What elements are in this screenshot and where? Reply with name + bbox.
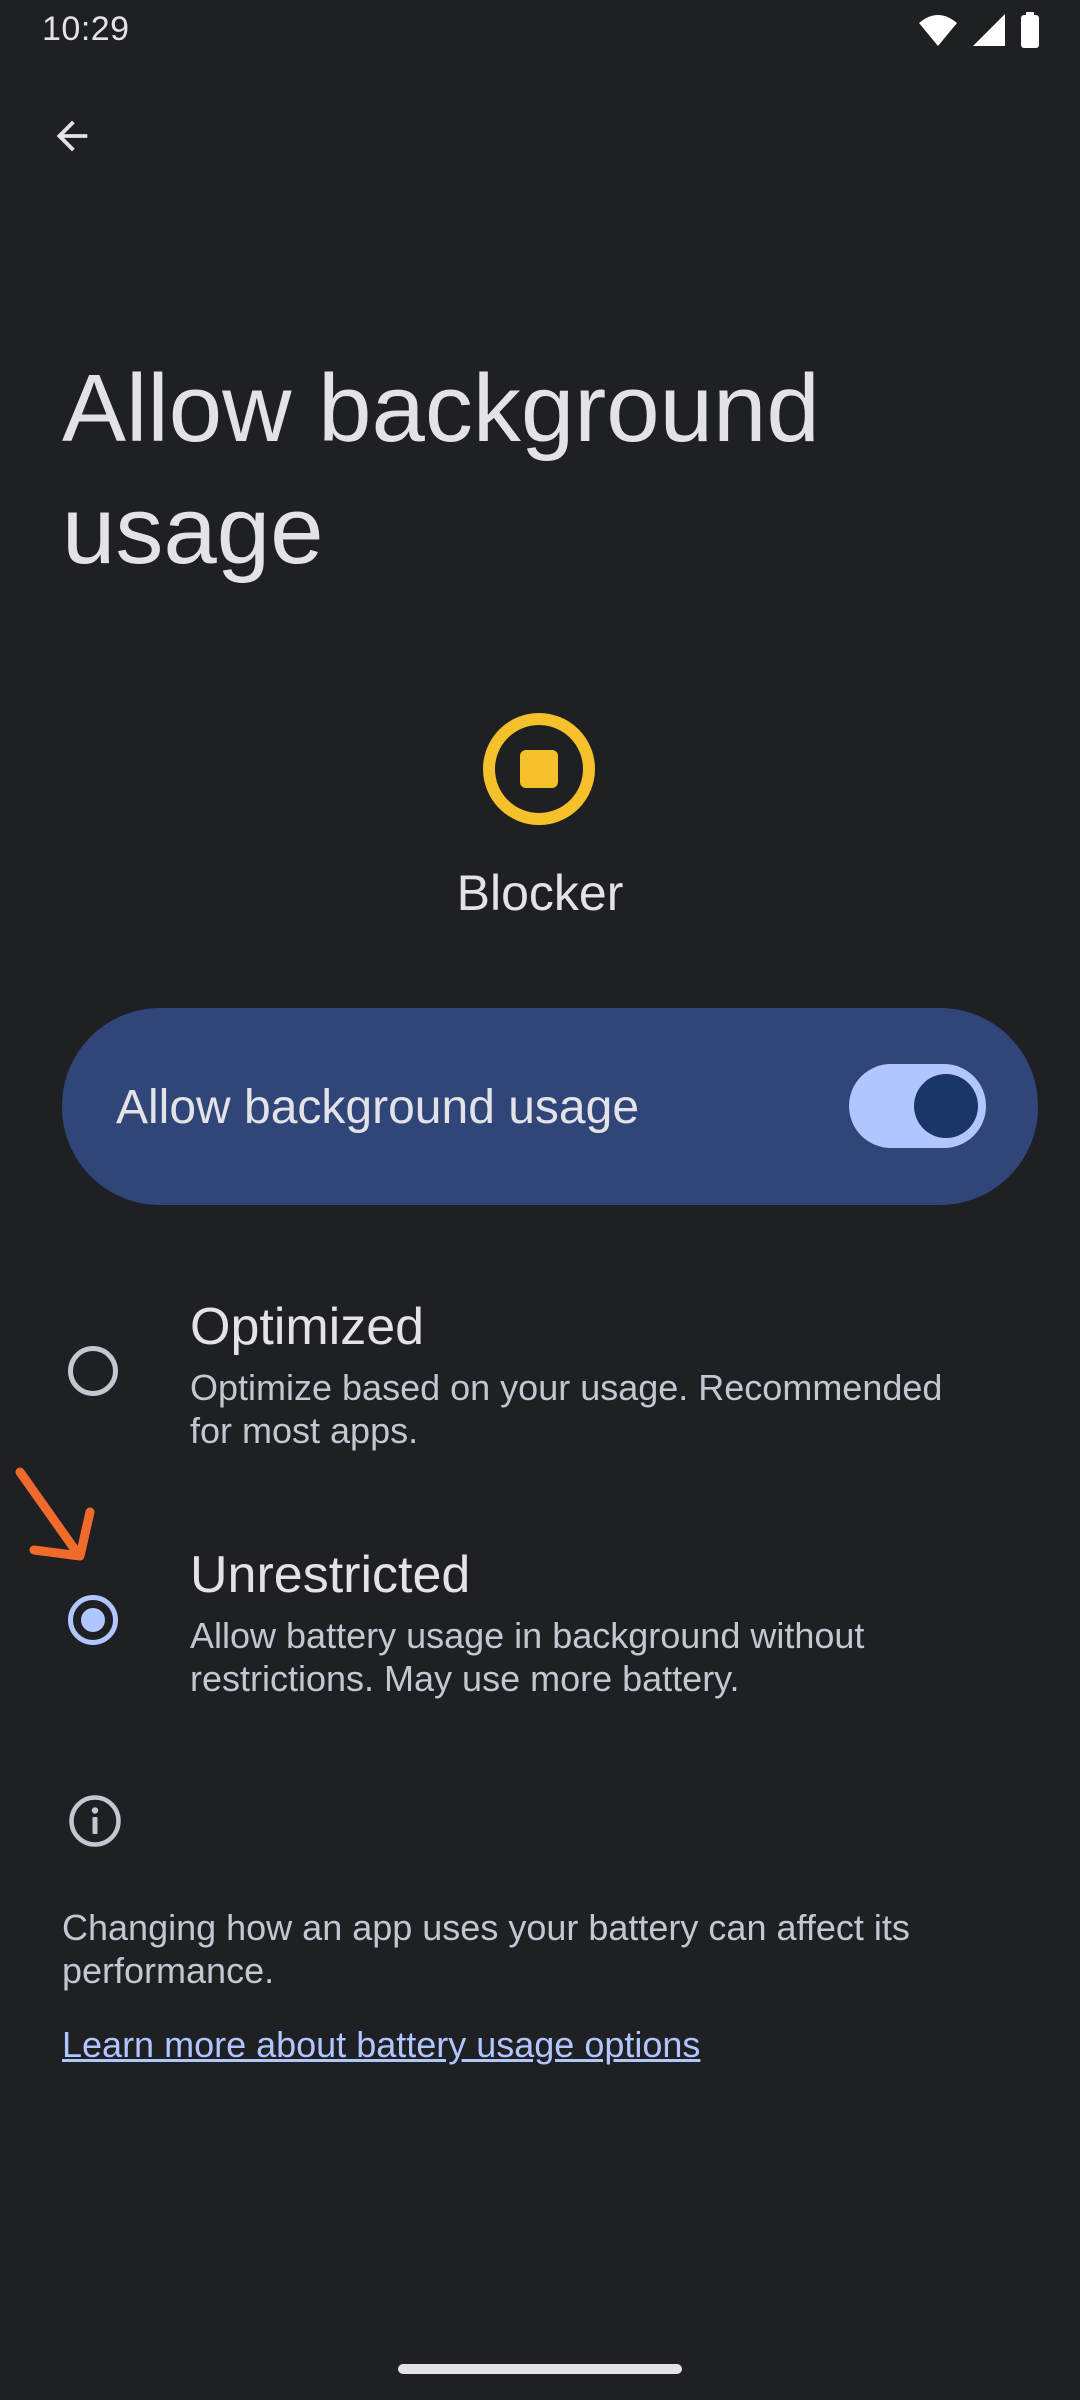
allow-background-usage-toggle[interactable] bbox=[849, 1064, 986, 1148]
status-bar: 10:29 bbox=[0, 0, 1080, 64]
status-time: 10:29 bbox=[42, 10, 130, 48]
option-summary: Allow battery usage in background withou… bbox=[190, 1615, 865, 1699]
learn-more-link[interactable]: Learn more about battery usage options bbox=[62, 2024, 700, 2066]
status-icons bbox=[918, 12, 1040, 48]
page-title: Allow background usage bbox=[62, 355, 820, 584]
switch-label: Allow background usage bbox=[116, 1081, 640, 1134]
home-indicator[interactable] bbox=[398, 2364, 682, 2374]
option-title: Unrestricted bbox=[190, 1546, 471, 1604]
info-icon bbox=[69, 1795, 121, 1847]
radio-optimized[interactable] bbox=[68, 1346, 118, 1396]
option-unrestricted[interactable]: Unrestricted Allow battery usage in back… bbox=[0, 1538, 1080, 1718]
app-name: Blocker bbox=[456, 865, 624, 921]
option-title: Optimized bbox=[190, 1298, 425, 1356]
battery-icon bbox=[1021, 12, 1039, 48]
footer-description: Changing how an app uses your battery ca… bbox=[62, 1907, 910, 1991]
option-summary: Optimize based on your usage. Recommende… bbox=[190, 1367, 943, 1451]
wifi-icon bbox=[919, 15, 957, 46]
blocker-app-icon bbox=[483, 713, 595, 825]
allow-background-usage-switch-bar[interactable]: Allow background usage bbox=[62, 1008, 1038, 1205]
radio-unrestricted[interactable] bbox=[68, 1595, 118, 1645]
annotation-arrow-icon bbox=[15, 1467, 95, 1561]
radio-selected-dot bbox=[81, 1608, 105, 1632]
arrow-back-icon bbox=[56, 120, 88, 152]
back-button[interactable] bbox=[36, 100, 108, 172]
option-optimized[interactable]: Optimized Optimize based on your usage. … bbox=[0, 1290, 1080, 1470]
toggle-thumb bbox=[914, 1074, 978, 1138]
cellular-signal-icon bbox=[973, 14, 1005, 46]
